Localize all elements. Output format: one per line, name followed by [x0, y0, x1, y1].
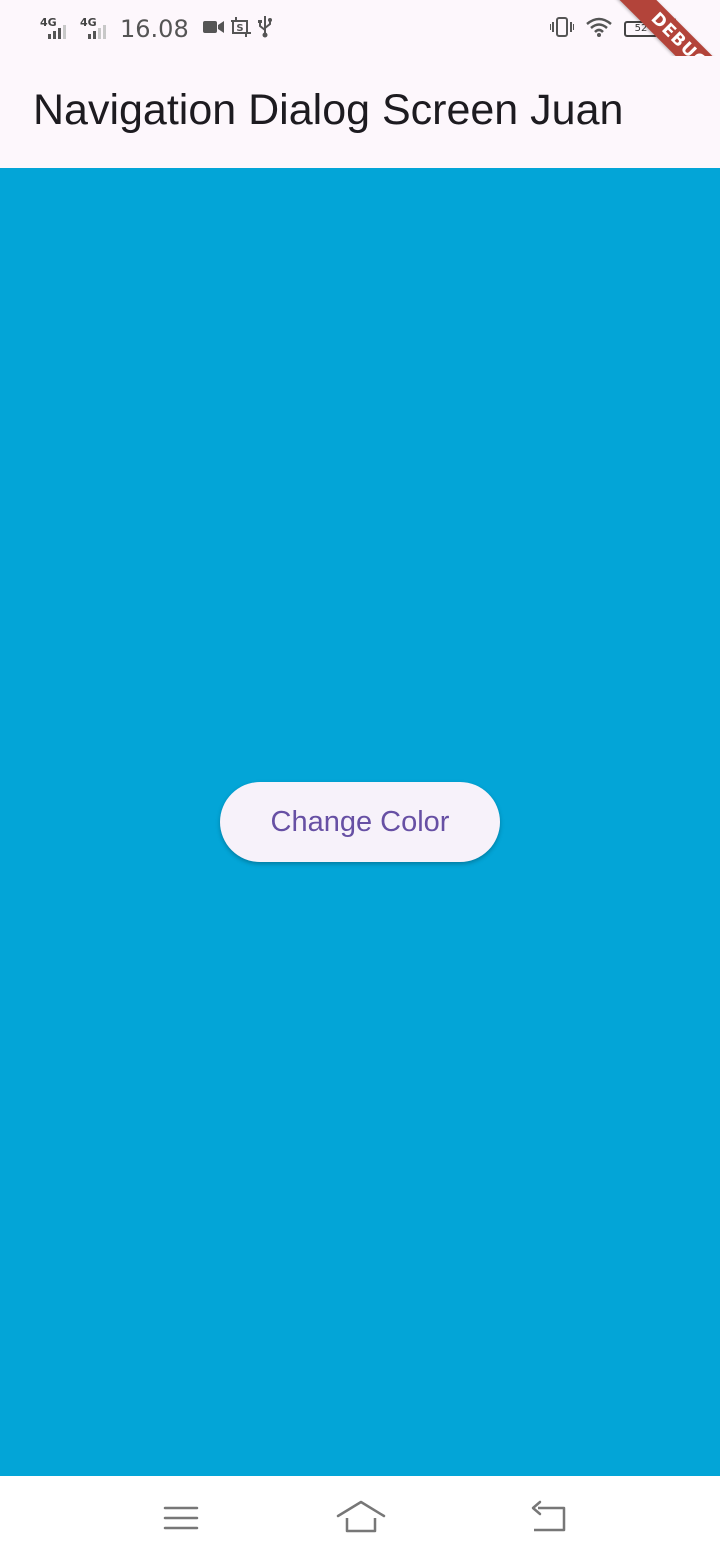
video-camera-icon	[202, 19, 225, 39]
menu-icon[interactable]	[161, 1498, 201, 1538]
wifi-icon	[586, 17, 612, 41]
page-title: Navigation Dialog Screen Juan	[33, 86, 624, 134]
change-color-button[interactable]: Change Color	[220, 782, 500, 862]
content-area: Change Color	[0, 168, 720, 1476]
status-bar-left: 4G 4G 16.08 S	[40, 14, 273, 44]
back-icon[interactable]	[528, 1498, 568, 1538]
usb-icon	[257, 16, 273, 42]
vibrate-icon	[549, 17, 575, 41]
app-bar: Navigation Dialog Screen Juan	[0, 56, 720, 168]
signal-icon: 4G	[40, 17, 74, 41]
svg-text:S: S	[236, 23, 243, 34]
app-screen: 4G 4G 16.08 S 52 DEBUG Navigation Dialog…	[0, 0, 720, 1560]
home-icon[interactable]	[336, 1498, 386, 1538]
screenshot-icon: S	[230, 17, 251, 41]
status-time: 16.08	[120, 15, 189, 43]
status-bar: 4G 4G 16.08 S 52 DEBUG	[0, 0, 720, 104]
signal-icon: 4G	[80, 17, 114, 41]
system-nav-bar	[0, 1476, 720, 1560]
